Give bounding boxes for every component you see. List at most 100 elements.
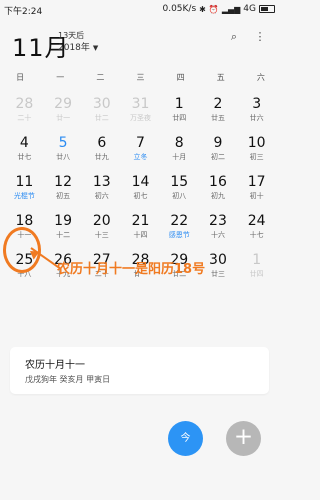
day-cell[interactable]: 8 十月: [160, 131, 199, 170]
day-cell[interactable]: 2 廿五: [199, 92, 238, 131]
day-number: 29: [54, 96, 72, 112]
day-number: 1: [252, 252, 262, 268]
weekday-label: 六: [256, 73, 265, 82]
day-cell[interactable]: 30 廿二: [82, 92, 121, 131]
day-number: 6: [97, 135, 107, 151]
day-cell[interactable]: 3 廿六: [237, 92, 276, 131]
day-cell[interactable]: 10 初三: [237, 131, 276, 170]
lunar-label: 廿二: [94, 114, 109, 122]
calendar-week-row: 11 光棍节 12 初五 13 初六 14 初七 15 初八 16 初九 17 初十: [5, 170, 276, 209]
day-cell[interactable]: 5 廿八: [44, 131, 83, 170]
day-cell[interactable]: 29 廿一: [44, 92, 83, 131]
toolbar: ⌕ ⋮: [227, 30, 267, 44]
day-number: 5: [58, 135, 68, 151]
lunar-label: 初七: [133, 192, 148, 200]
day-cell[interactable]: 15 初八: [160, 170, 199, 209]
day-number: 8: [174, 135, 184, 151]
search-icon[interactable]: ⌕: [227, 30, 241, 44]
lunar-label: 廿一: [56, 114, 71, 122]
lunar-label: 廿四: [172, 114, 187, 122]
ganzhi-detail: 戊戌狗年 癸亥月 甲寅日: [25, 375, 111, 384]
day-number: 19: [54, 213, 72, 229]
annotation-text: 农历十月十一是阳历18号: [57, 262, 206, 277]
day-cell[interactable]: 24 十七: [237, 209, 276, 248]
day-cell[interactable]: 14 初七: [121, 170, 160, 209]
lunar-label: 廿四: [249, 270, 264, 278]
day-cell[interactable]: 16 初九: [199, 170, 238, 209]
day-number: 1: [174, 96, 184, 112]
weekday-label: 日: [16, 73, 25, 82]
day-number: 28: [15, 96, 34, 112]
day-number: 10: [247, 135, 266, 151]
weekday-label: 一: [56, 73, 65, 82]
chevron-down-icon: ▼: [92, 44, 99, 52]
weekday-label: 二: [96, 73, 105, 82]
lunar-label: 初九: [210, 192, 225, 200]
day-number: 23: [209, 213, 227, 229]
lunar-label: 廿九: [94, 153, 109, 161]
day-number: 3: [252, 96, 262, 112]
status-bar: 下午2:24 0.05K/s ✱ ⏰ ▂▄▆ 4G: [0, 0, 281, 18]
lunar-label: 立冬: [133, 153, 148, 161]
day-cell[interactable]: 31 万圣夜: [121, 92, 160, 131]
day-cell[interactable]: 22 感恩节: [160, 209, 199, 248]
alarm-icon: ⏰: [208, 4, 219, 14]
day-cell[interactable]: 20 十三: [82, 209, 121, 248]
weekday-header: 日一二三四五六: [0, 72, 281, 83]
more-icon[interactable]: ⋮: [253, 30, 267, 44]
day-number: 4: [19, 135, 29, 151]
day-number: 2: [213, 96, 223, 112]
day-cell[interactable]: 17 初十: [237, 170, 276, 209]
day-cell[interactable]: 1 廿四: [237, 248, 276, 287]
day-cell[interactable]: 19 十二: [44, 209, 83, 248]
today-button[interactable]: 今: [168, 421, 203, 456]
signal-icon: ▂▄▆: [221, 4, 241, 14]
lunar-label: 廿八: [56, 153, 71, 161]
bluetooth-icon: ✱: [199, 4, 206, 14]
year-selector[interactable]: 2018年 ▼: [58, 42, 98, 54]
day-cell[interactable]: 7 立冬: [121, 131, 160, 170]
lunar-label: 初十: [249, 192, 264, 200]
day-number: 12: [54, 174, 72, 190]
day-cell[interactable]: 13 初六: [82, 170, 121, 209]
lunar-label: 十七: [249, 231, 264, 239]
day-number: 21: [131, 213, 150, 229]
day-number: 17: [247, 174, 266, 190]
calendar-week-row: 28 二十 29 廿一 30 廿二 31 万圣夜 1 廿四 2 廿五 3 廿六: [5, 92, 276, 131]
lunar-date-title: 农历十月十一: [25, 360, 85, 371]
day-cell[interactable]: 21 十四: [121, 209, 160, 248]
lunar-label: 光棍节: [13, 192, 35, 200]
header-subtitle: 13天后 2018年 ▼: [58, 30, 98, 54]
day-number: 13: [92, 174, 111, 190]
calendar-week-row: 18 十一 19 十二 20 十三 21 十四 22 感恩节 23 十六 24 十七: [5, 209, 276, 248]
day-number: 11: [15, 174, 34, 190]
lunar-label: 十月: [172, 153, 187, 161]
lunar-info-card[interactable]: 农历十月十一 戊戌狗年 癸亥月 甲寅日: [10, 347, 269, 394]
day-number: 16: [209, 174, 227, 190]
weekday-label: 五: [216, 73, 225, 82]
lunar-label: 廿五: [210, 114, 225, 122]
network-speed: 0.05K/s: [162, 4, 197, 14]
day-cell[interactable]: 1 廿四: [160, 92, 199, 131]
day-cell[interactable]: 4 廿七: [5, 131, 44, 170]
day-number: 15: [170, 174, 189, 190]
day-number: 30: [92, 96, 111, 112]
day-number: 24: [247, 213, 266, 229]
lunar-label: 初三: [249, 153, 264, 161]
lunar-label: 感恩节: [168, 231, 190, 239]
day-cell[interactable]: 6 廿九: [82, 131, 121, 170]
day-cell[interactable]: 12 初五: [44, 170, 83, 209]
calendar-week-row: 4 廿七 5 廿八 6 廿九 7 立冬 8 十月 9 初二 10 初三: [5, 131, 276, 170]
day-cell[interactable]: 28 二十: [5, 92, 44, 131]
status-indicators: 0.05K/s ✱ ⏰ ▂▄▆ 4G: [162, 4, 275, 14]
lunar-label: 初五: [56, 192, 71, 200]
day-number: 22: [170, 213, 189, 229]
weekday-label: 四: [176, 73, 185, 82]
lunar-label: 廿七: [17, 153, 32, 161]
add-event-button[interactable]: +: [226, 421, 261, 456]
lunar-label: 十四: [133, 231, 148, 239]
day-cell[interactable]: 9 初二: [199, 131, 238, 170]
days-later-label: 13天后: [58, 31, 85, 40]
day-cell[interactable]: 11 光棍节: [5, 170, 44, 209]
day-cell[interactable]: 23 十六: [199, 209, 238, 248]
